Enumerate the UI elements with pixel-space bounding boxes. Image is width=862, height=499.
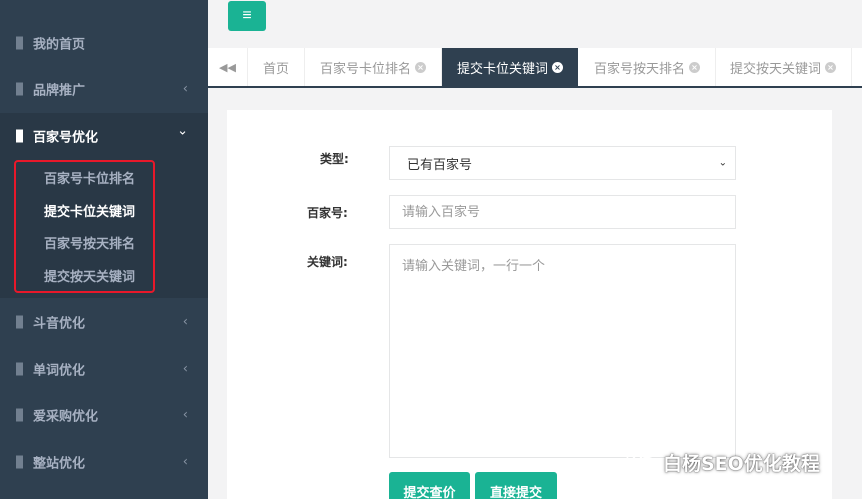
double-chevron-left-icon: ◀◀ (219, 60, 236, 74)
sidebar-item-baijiahao[interactable]: 百家号优化 ⌄ (0, 113, 208, 159)
menu-icon (16, 129, 23, 143)
sidebar-item-brand-promotion[interactable]: 品牌推广 ‹ (0, 66, 208, 112)
close-icon[interactable]: × (415, 61, 427, 73)
sidebar-item-douyin[interactable]: 斗音优化 ‹ (0, 299, 208, 345)
tab-submit-keywords[interactable]: 提交卡位关键词 × (442, 48, 579, 86)
tab-scroll-right-button[interactable] (851, 48, 862, 86)
tab-bar: ◀◀ 首页 百家号卡位排名 × 提交卡位关键词 × 百家号按天排名 × 提交按天… (208, 48, 862, 88)
sidebar-toggle-button[interactable]: ≡ (228, 1, 266, 31)
tab-submit-daily-keywords[interactable]: 提交按天关键词 × (715, 48, 853, 86)
menu-icon (16, 82, 23, 96)
sidebar-item-label: 整站优化 (33, 456, 86, 472)
menu-icon (16, 408, 23, 422)
sidebar-item-aicaigou[interactable]: 爱采购优化 ‹ (0, 392, 208, 438)
tab-home[interactable]: 首页 (248, 48, 306, 86)
sidebar-item-label: 百家号优化 (33, 130, 99, 146)
keywords-label: 关键词: (307, 255, 348, 269)
menu-icon (16, 455, 23, 469)
tab-label: 百家号按天排名 (594, 61, 686, 77)
query-price-button[interactable]: 提交查价 (389, 472, 470, 499)
chevron-left-icon: ‹ (182, 361, 188, 377)
watermark: 白杨SEO优化教程 (625, 447, 820, 477)
type-select-value: 已有百家号 (407, 157, 473, 173)
account-input[interactable] (389, 195, 736, 229)
tab-daily-ranking[interactable]: 百家号按天排名 × (579, 48, 717, 86)
type-label: 类型: (320, 152, 349, 166)
chevron-left-icon: ‹ (182, 81, 188, 97)
tab-label: 提交按天关键词 (730, 61, 822, 77)
sidebar-item-label: 品牌推广 (33, 83, 86, 99)
menu-icon (16, 315, 23, 329)
home-icon (16, 36, 23, 50)
sidebar-item-label: 单词优化 (33, 363, 86, 379)
close-icon[interactable]: × (552, 61, 564, 73)
watermark-text: 白杨SEO优化教程 (663, 452, 820, 475)
hamburger-icon: ≡ (242, 7, 252, 24)
close-icon[interactable]: × (689, 61, 701, 73)
direct-submit-button[interactable]: 直接提交 (475, 472, 557, 499)
form-panel: 类型: 已有百家号 ⌄ 百家号: 关键词: 提交查价 直接提交 (227, 110, 832, 499)
sidebar-item-site-optimization[interactable]: 整站优化 ‹ (0, 439, 208, 485)
wechat-icon (626, 450, 657, 474)
type-select[interactable]: 已有百家号 ⌄ (389, 146, 736, 180)
sidebar-item-home[interactable]: 我的首页 (0, 20, 208, 66)
sidebar-item-label: 爱采购优化 (33, 409, 99, 425)
tab-scroll-left-button[interactable]: ◀◀ (208, 48, 248, 86)
chevron-left-icon: ‹ (182, 407, 188, 423)
highlight-annotation-box (14, 160, 155, 293)
keywords-textarea[interactable] (389, 244, 736, 458)
tab-baijiahao-ranking[interactable]: 百家号卡位排名 × (305, 48, 443, 86)
chevron-left-icon: ‹ (182, 314, 188, 330)
tab-label: 首页 (263, 61, 290, 77)
chevron-down-icon: ⌄ (718, 157, 727, 169)
tab-label: 提交卡位关键词 (457, 61, 549, 77)
account-label: 百家号: (307, 206, 348, 220)
chevron-down-icon: ⌄ (177, 123, 188, 139)
chevron-left-icon: ‹ (182, 454, 188, 470)
sidebar-item-label: 我的首页 (33, 37, 86, 53)
tab-label: 百家号卡位排名 (320, 61, 412, 77)
document-icon (16, 362, 23, 376)
sidebar-item-word-optimization[interactable]: 单词优化 ‹ (0, 346, 208, 392)
top-bar: ≡ (208, 0, 862, 48)
sidebar-item-label: 斗音优化 (33, 316, 86, 332)
close-icon[interactable]: × (825, 61, 837, 73)
sidebar: 我的首页 品牌推广 ‹ 百家号优化 ⌄ 百家号卡位排名 提交卡位关键词 百家号按… (0, 0, 208, 499)
